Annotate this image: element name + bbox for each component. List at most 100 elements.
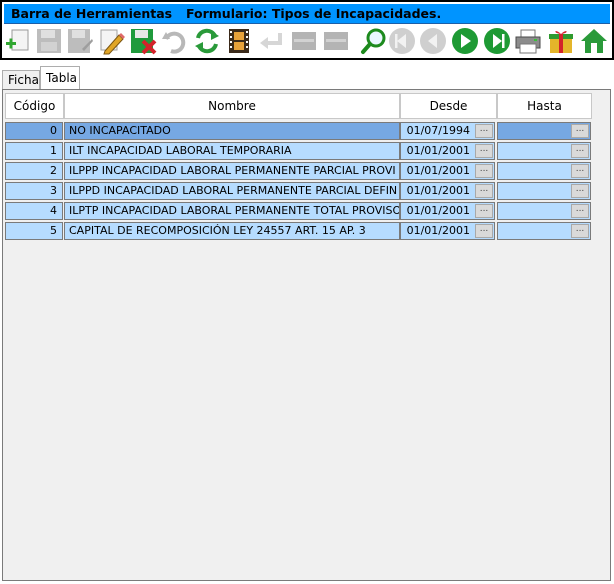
table-row[interactable]: 2 ILPPP INCAPACIDAD LABORAL PERMANENTE P…: [5, 162, 592, 180]
grid-disabled-icon-2: [324, 32, 348, 50]
date-picker-button[interactable]: ...: [475, 224, 493, 238]
table-row[interactable]: 5 CAPITAL DE RECOMPOSICIÓN LEY 24557 ART…: [5, 222, 592, 240]
table-panel: Código Nombre Desde Hasta 0 NO INCAPACIT…: [2, 89, 611, 581]
cell-desde[interactable]: 01/01/2001...: [400, 202, 495, 220]
next-record-button[interactable]: [450, 26, 480, 56]
delete-icon: [131, 29, 157, 55]
date-picker-button[interactable]: ...: [571, 184, 589, 198]
cell-desde[interactable]: 01/01/2001...: [400, 182, 495, 200]
first-record-disabled-icon: [389, 28, 415, 54]
table-row[interactable]: 0 NO INCAPACITADO 01/07/1994... ...: [5, 122, 592, 140]
toolbar-title: Barra de Herramientas: [11, 6, 173, 21]
cell-desde[interactable]: 01/01/2001...: [400, 142, 495, 160]
column-header-nombre[interactable]: Nombre: [64, 93, 400, 119]
cell-desde-value: 01/01/2001: [406, 144, 470, 157]
last-record-icon: [484, 28, 510, 54]
cell-codigo[interactable]: 3: [5, 182, 63, 200]
refresh-button[interactable]: [192, 26, 222, 56]
undo-button[interactable]: [160, 26, 190, 56]
grid-button-2[interactable]: [321, 26, 351, 56]
print-button[interactable]: [513, 26, 543, 56]
cell-nombre[interactable]: CAPITAL DE RECOMPOSICIÓN LEY 24557 ART. …: [64, 222, 400, 240]
search-button[interactable]: [359, 26, 389, 56]
return-icon: [260, 33, 282, 49]
table-row[interactable]: 4 ILPTP INCAPACIDAD LABORAL PERMANENTE T…: [5, 202, 592, 220]
cell-desde[interactable]: 01/01/2001...: [400, 162, 495, 180]
delete-button[interactable]: [128, 26, 158, 56]
previous-record-button[interactable]: [418, 26, 448, 56]
column-header-desde[interactable]: Desde: [400, 93, 497, 119]
table-row[interactable]: 1 ILT INCAPACIDAD LABORAL TEMPORARIA 01/…: [5, 142, 592, 160]
film-button[interactable]: [224, 26, 254, 56]
date-picker-button[interactable]: ...: [475, 144, 493, 158]
grid-disabled-icon: [292, 32, 316, 50]
tab-ficha[interactable]: Ficha: [2, 70, 40, 90]
date-picker-button[interactable]: ...: [475, 164, 493, 178]
grid-button[interactable]: [289, 26, 319, 56]
date-picker-button[interactable]: ...: [571, 224, 589, 238]
date-picker-button[interactable]: ...: [571, 204, 589, 218]
save-button[interactable]: [34, 26, 64, 56]
toolbar: [2, 24, 612, 58]
toolbar-title-bar: Barra de Herramientas Formulario: Tipos …: [4, 4, 610, 24]
column-header-hasta[interactable]: Hasta: [497, 93, 592, 119]
cell-codigo[interactable]: 5: [5, 222, 63, 240]
date-picker-button[interactable]: ...: [571, 124, 589, 138]
cell-hasta[interactable]: ...: [497, 162, 591, 180]
first-record-button[interactable]: [387, 26, 417, 56]
cell-codigo[interactable]: 2: [5, 162, 63, 180]
search-icon: [361, 28, 386, 54]
date-picker-button[interactable]: ...: [475, 204, 493, 218]
next-record-icon: [452, 28, 478, 54]
refresh-icon: [195, 28, 219, 54]
cell-nombre[interactable]: ILPPP INCAPACIDAD LABORAL PERMANENTE PAR…: [64, 162, 400, 180]
cell-hasta[interactable]: ...: [497, 182, 591, 200]
previous-record-disabled-icon: [420, 28, 446, 54]
cell-desde[interactable]: 01/07/1994...: [400, 122, 495, 140]
cell-hasta[interactable]: ...: [497, 142, 591, 160]
add-button[interactable]: [3, 26, 33, 56]
return-button[interactable]: [257, 26, 287, 56]
cell-desde[interactable]: 01/01/2001...: [400, 222, 495, 240]
cell-codigo[interactable]: 1: [5, 142, 63, 160]
date-picker-button[interactable]: ...: [475, 124, 493, 138]
cell-nombre[interactable]: ILPTP INCAPACIDAD LABORAL PERMANENTE TOT…: [64, 202, 400, 220]
cell-nombre[interactable]: ILT INCAPACIDAD LABORAL TEMPORARIA: [64, 142, 400, 160]
app-window: Barra de Herramientas Formulario: Tipos …: [0, 0, 614, 584]
toolbar-frame: Barra de Herramientas Formulario: Tipos …: [0, 0, 614, 60]
last-record-button[interactable]: [482, 26, 512, 56]
undo-disabled-icon: [162, 31, 186, 54]
add-icon: [6, 29, 29, 51]
cell-hasta[interactable]: ...: [497, 222, 591, 240]
cell-nombre[interactable]: ILPPD INCAPACIDAD LABORAL PERMANENTE PAR…: [64, 182, 400, 200]
cell-desde-value: 01/01/2001: [406, 184, 470, 197]
edit-pencil-icon: [100, 29, 125, 55]
tab-tabla[interactable]: Tabla: [40, 66, 80, 90]
edit-button[interactable]: [96, 26, 126, 56]
date-picker-button[interactable]: ...: [571, 144, 589, 158]
cell-desde-value: 01/01/2001: [406, 164, 470, 177]
cell-desde-value: 01/01/2001: [406, 224, 470, 237]
printer-icon: [515, 29, 541, 54]
table-row[interactable]: 3 ILPPD INCAPACIDAD LABORAL PERMANENTE P…: [5, 182, 592, 200]
date-picker-button[interactable]: ...: [571, 164, 589, 178]
save-disabled-icon: [37, 29, 61, 53]
cell-codigo[interactable]: 0: [5, 122, 63, 140]
home-icon: [581, 29, 607, 53]
cell-desde-value: 01/01/2001: [406, 204, 470, 217]
form-title: Formulario: Tipos de Incapacidades.: [186, 6, 442, 21]
column-header-codigo[interactable]: Código: [5, 93, 64, 119]
cell-hasta[interactable]: ...: [497, 202, 591, 220]
date-picker-button[interactable]: ...: [475, 184, 493, 198]
save-edit-button[interactable]: [65, 26, 95, 56]
film-icon: [229, 29, 249, 53]
gift-button[interactable]: [546, 26, 576, 56]
cell-codigo[interactable]: 4: [5, 202, 63, 220]
save-edit-disabled-icon: [68, 29, 93, 53]
cell-desde-value: 01/07/1994: [406, 124, 470, 137]
tab-strip: Ficha Tabla: [0, 66, 614, 90]
cell-nombre[interactable]: NO INCAPACITADO: [64, 122, 400, 140]
gift-icon: [549, 31, 573, 53]
cell-hasta[interactable]: ...: [497, 122, 591, 140]
home-button[interactable]: [579, 26, 609, 56]
